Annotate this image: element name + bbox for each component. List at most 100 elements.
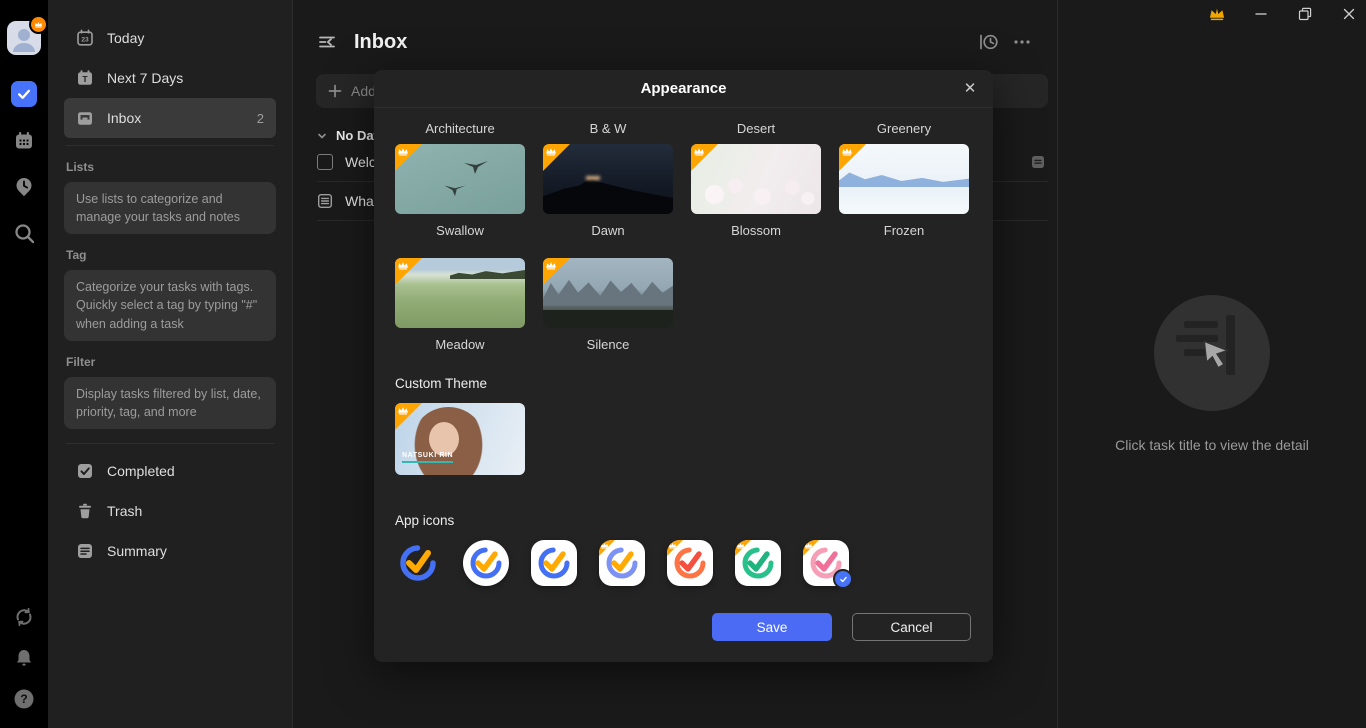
help-icon[interactable]: ? bbox=[12, 687, 36, 711]
app-icon-option-blue[interactable] bbox=[531, 540, 577, 586]
note-icon bbox=[317, 193, 333, 209]
app-icon-option-orange-premium[interactable] bbox=[667, 540, 713, 586]
inbox-icon bbox=[76, 109, 94, 127]
sidebar-divider bbox=[66, 443, 274, 444]
theme-option-blossom[interactable]: Blossom bbox=[691, 144, 821, 238]
svg-text:23: 23 bbox=[81, 37, 89, 44]
lists-tip: Use lists to categorize and manage your … bbox=[64, 182, 276, 234]
sync-icon[interactable] bbox=[12, 605, 36, 629]
theme-caption[interactable]: B & W bbox=[543, 121, 673, 136]
theme-caption-row: Architecture B & W Desert Greenery bbox=[395, 121, 972, 136]
bell-icon[interactable] bbox=[12, 646, 36, 670]
sidebar-item-label: Next 7 Days bbox=[107, 70, 183, 86]
svg-text:?: ? bbox=[20, 692, 27, 706]
task-title: Welc bbox=[345, 154, 376, 170]
summary-icon bbox=[76, 542, 94, 560]
theme-name: Silence bbox=[543, 337, 673, 352]
premium-crown-icon bbox=[395, 144, 422, 171]
premium-crown-icon bbox=[839, 144, 866, 171]
theme-caption[interactable]: Desert bbox=[691, 121, 821, 136]
section-header-lists: Lists bbox=[64, 160, 276, 174]
bird-icon bbox=[443, 182, 467, 198]
task-detail-panel: Click task title to view the detail bbox=[1057, 0, 1366, 728]
inbox-count-badge: 2 bbox=[257, 111, 264, 126]
sidebar: 23 Today T Next 7 Days Inbox 2 Lists Us bbox=[48, 0, 292, 728]
sidebar-item-next7days[interactable]: T Next 7 Days bbox=[64, 58, 276, 98]
theme-option-frozen[interactable]: Frozen bbox=[839, 144, 969, 238]
collapse-sidebar-icon[interactable] bbox=[317, 32, 337, 52]
restore-icon[interactable] bbox=[1292, 3, 1318, 25]
save-button[interactable]: Save bbox=[712, 613, 832, 641]
theme-grid: Swallow Dawn Blossom Frozen bbox=[395, 144, 972, 352]
tasks-nav-icon[interactable] bbox=[11, 81, 37, 107]
cursor-icon bbox=[1202, 339, 1232, 374]
custom-theme-option[interactable]: NATSUKI RIN bbox=[395, 403, 525, 475]
custom-theme-label: Custom Theme bbox=[395, 376, 972, 391]
sidebar-item-completed[interactable]: Completed bbox=[64, 451, 276, 491]
calendar-nav-icon[interactable] bbox=[12, 129, 36, 153]
theme-option-swallow[interactable]: Swallow bbox=[395, 144, 525, 238]
theme-caption[interactable]: Architecture bbox=[395, 121, 525, 136]
sidebar-item-label: Completed bbox=[107, 463, 175, 479]
empty-state-message: Click task title to view the detail bbox=[1115, 437, 1309, 453]
sidebar-item-inbox[interactable]: Inbox 2 bbox=[64, 98, 276, 138]
sidebar-item-label: Summary bbox=[107, 543, 167, 559]
app-icon-option-plain[interactable] bbox=[395, 540, 441, 586]
section-header-filter: Filter bbox=[64, 355, 276, 369]
crown-badge-icon bbox=[29, 15, 48, 34]
completed-icon bbox=[76, 462, 94, 480]
sidebar-item-today[interactable]: 23 Today bbox=[64, 18, 276, 58]
svg-text:T: T bbox=[82, 74, 88, 84]
cancel-button[interactable]: Cancel bbox=[852, 613, 971, 641]
app-icon-option-circle-blue[interactable] bbox=[463, 540, 509, 586]
trash-icon bbox=[76, 502, 94, 520]
theme-option-dawn[interactable]: Dawn bbox=[543, 144, 673, 238]
filter-tip: Display tasks filtered by list, date, pr… bbox=[64, 377, 276, 429]
activity-icon[interactable] bbox=[977, 31, 999, 53]
sidebar-item-summary[interactable]: Summary bbox=[64, 531, 276, 571]
sidebar-item-label: Today bbox=[107, 30, 144, 46]
theme-name: Swallow bbox=[395, 223, 525, 238]
avatar[interactable] bbox=[7, 21, 41, 55]
appearance-dialog: Appearance ✕ Architecture B & W Desert G… bbox=[374, 70, 993, 662]
dialog-footer: Save Cancel bbox=[395, 613, 972, 641]
search-icon[interactable] bbox=[12, 221, 36, 245]
custom-theme-credit: NATSUKI RIN bbox=[402, 452, 453, 463]
tag-tip: Categorize your tasks with tags. Quickly… bbox=[64, 270, 276, 340]
app-icons-label: App icons bbox=[395, 513, 972, 528]
dialog-close-icon[interactable]: ✕ bbox=[960, 78, 980, 98]
theme-name: Meadow bbox=[395, 337, 525, 352]
app-rail: ? bbox=[0, 0, 48, 728]
premium-crown-icon[interactable] bbox=[1204, 3, 1230, 25]
task-checkbox[interactable] bbox=[317, 154, 333, 170]
task-title: Wha bbox=[345, 193, 374, 209]
theme-caption[interactable]: Greenery bbox=[839, 121, 969, 136]
theme-name: Frozen bbox=[839, 223, 969, 238]
plus-icon bbox=[328, 84, 342, 98]
sidebar-item-trash[interactable]: Trash bbox=[64, 491, 276, 531]
close-icon[interactable] bbox=[1336, 3, 1362, 25]
theme-option-silence[interactable]: Silence bbox=[543, 258, 673, 352]
app-icons-row bbox=[395, 540, 972, 586]
app-icon-option-green-premium[interactable] bbox=[735, 540, 781, 586]
sidebar-item-label: Inbox bbox=[107, 110, 141, 126]
premium-crown-icon bbox=[691, 144, 718, 171]
list-header: Inbox bbox=[293, 0, 1057, 70]
more-options-icon[interactable] bbox=[1012, 32, 1032, 52]
sidebar-divider bbox=[66, 145, 274, 146]
sidebar-item-label: Trash bbox=[107, 503, 142, 519]
app-icon-option-pink-premium-selected[interactable] bbox=[803, 540, 849, 586]
page-title: Inbox bbox=[354, 31, 407, 54]
minimize-icon[interactable] bbox=[1248, 3, 1274, 25]
dialog-body: Architecture B & W Desert Greenery Swall… bbox=[374, 121, 993, 641]
focus-nav-icon[interactable] bbox=[12, 175, 36, 199]
theme-option-meadow[interactable]: Meadow bbox=[395, 258, 525, 352]
task-note-indicator-icon bbox=[1031, 155, 1045, 169]
empty-state-illustration bbox=[1154, 295, 1270, 411]
calendar-today-icon: 23 bbox=[76, 29, 94, 47]
window-controls bbox=[1186, 3, 1362, 25]
theme-name: Dawn bbox=[543, 223, 673, 238]
list-header-actions bbox=[977, 31, 1032, 53]
app-icon-option-soft-blue-premium[interactable] bbox=[599, 540, 645, 586]
premium-crown-icon bbox=[543, 144, 570, 171]
